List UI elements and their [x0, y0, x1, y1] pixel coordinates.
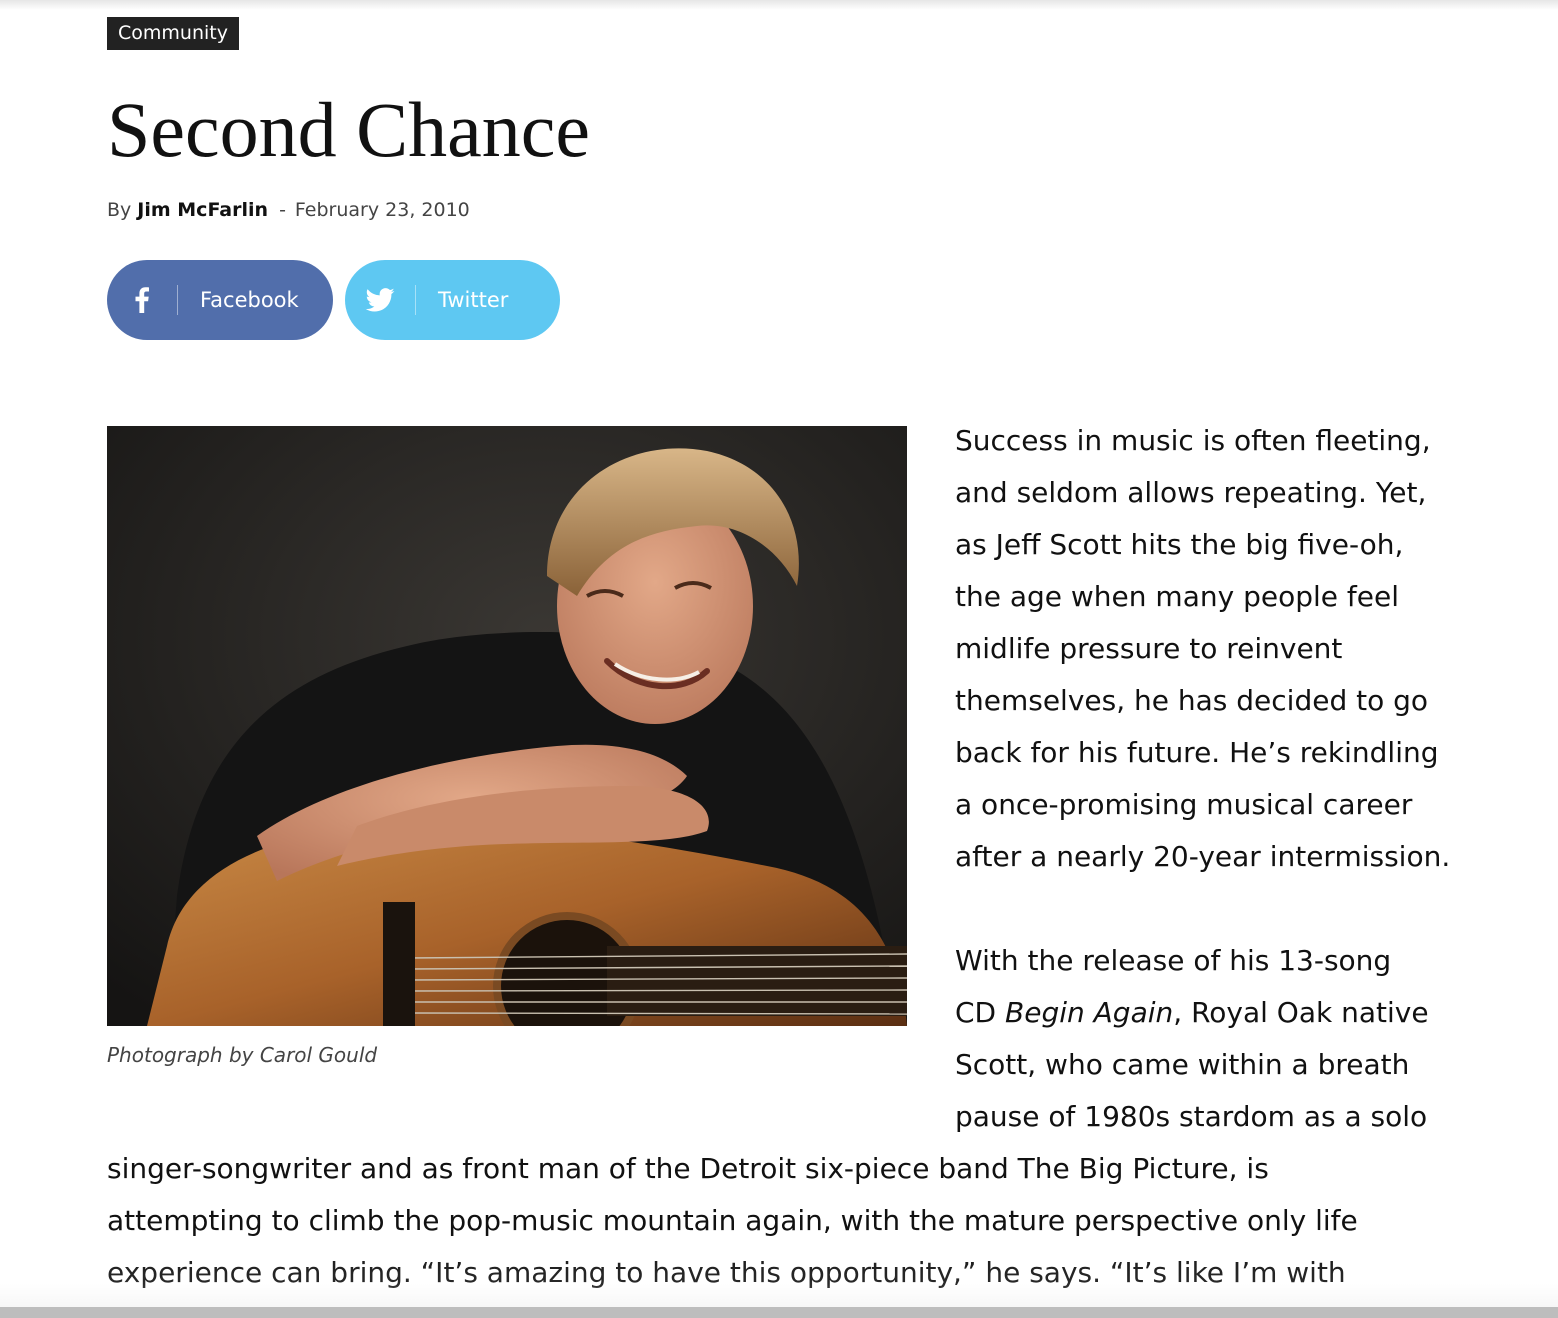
byline-separator: - [279, 199, 286, 221]
byline: By Jim McFarlin - February 23, 2010 [107, 196, 470, 224]
facebook-icon [107, 260, 177, 340]
paragraph-line: back for his future. He’s rekindling [955, 736, 1439, 769]
facebook-label: Facebook [200, 288, 299, 312]
paragraph-line: midlife pressure to reinvent [955, 632, 1343, 665]
paragraph-line: themselves, he has decided to go [955, 684, 1429, 717]
paragraph-line: as Jeff Scott hits the big five-oh, [955, 528, 1404, 561]
album-title: Begin Again [1005, 996, 1174, 1029]
paragraph-line: after a nearly 20-year intermission. [955, 840, 1451, 873]
byline-by: By [107, 199, 132, 221]
article-paragraph-2-continued: singer-songwriter and as front man of th… [107, 1143, 1527, 1299]
category-tag[interactable]: Community [107, 17, 239, 50]
article-paragraph-2: With the release of his 13-song CD Begin… [955, 935, 1515, 1143]
paragraph-line: attempting to climb the pop-music mounta… [107, 1204, 1358, 1237]
twitter-share-button[interactable]: Twitter [345, 260, 560, 340]
article-title: Second Chance [107, 86, 591, 173]
paragraph-line: Scott, who came within a breath [955, 1048, 1410, 1081]
photo-caption: Photograph by Carol Gould [107, 1043, 378, 1067]
paragraph-line: pause of 1980s stardom as a solo [955, 1100, 1428, 1133]
paragraph-line: With the release of his 13-song [955, 944, 1392, 977]
top-edge [0, 0, 1558, 10]
paragraph-line: singer-songwriter and as front man of th… [107, 1152, 1269, 1185]
share-divider [415, 285, 416, 315]
share-divider [177, 285, 178, 315]
text-span: CD [955, 996, 1006, 1029]
paragraph-line: and seldom allows repeating. Yet, [955, 476, 1427, 509]
paragraph-line: CD Begin Again, Royal Oak native [955, 987, 1515, 1039]
author-link[interactable]: Jim McFarlin [137, 199, 268, 221]
publish-date: February 23, 2010 [294, 199, 470, 221]
twitter-icon [345, 260, 415, 340]
paragraph-line: Success in music is often fleeting, [955, 424, 1431, 457]
article-paragraph-1: Success in music is often fleeting, and … [955, 415, 1515, 883]
bottom-edge [0, 1307, 1558, 1318]
article-photo [107, 426, 907, 1026]
paragraph-line: experience can bring. “It’s amazing to h… [107, 1256, 1346, 1289]
paragraph-line: a once-promising musical career [955, 788, 1413, 821]
text-span: , Royal Oak native [1173, 996, 1429, 1029]
paragraph-line: the age when many people feel [955, 580, 1399, 613]
facebook-share-button[interactable]: Facebook [107, 260, 333, 340]
twitter-label: Twitter [438, 288, 509, 312]
